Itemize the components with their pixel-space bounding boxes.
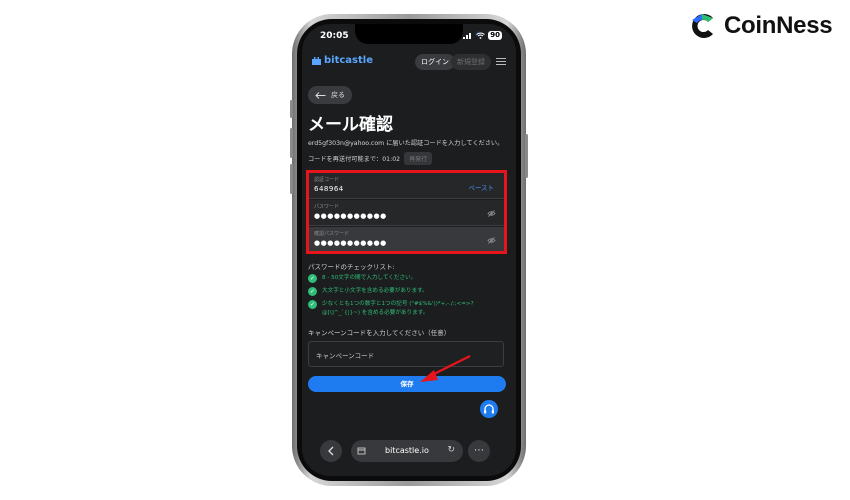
brand-name: bitcastle xyxy=(324,55,373,66)
coinness-logo-text: CoinNess xyxy=(724,12,833,39)
page-title: メール確認 xyxy=(308,115,393,135)
check-icon: ✓ xyxy=(308,287,317,296)
status-time: 20:05 xyxy=(320,31,349,41)
campaign-label: キャンペーンコードを入力してください（任意） xyxy=(308,329,451,337)
headset-icon xyxy=(484,404,494,414)
coinness-logo-icon xyxy=(692,14,713,39)
signal-icon xyxy=(463,33,472,39)
checklist-text: 少なくとも1つの数字と1つの記号 ("#$%&'()*+,-./:;<=>?@[… xyxy=(322,301,474,316)
wifi-icon xyxy=(476,32,486,39)
battery-indicator: 90 xyxy=(488,31,502,40)
support-chat-button[interactable] xyxy=(480,400,498,418)
checklist-item: ✓ 少なくとも1つの数字と1つの記号 ("#$%&'()*+,-./:;<=>?… xyxy=(308,300,507,318)
checklist-item: ✓ 8 - 50文字の間で入力してください。 xyxy=(308,274,416,283)
more-options-button[interactable]: ⋯ xyxy=(468,440,490,462)
mute-switch xyxy=(290,100,293,118)
browser-toolbar: bitcastle.io ↻ ⋯ xyxy=(302,432,516,476)
campaign-placeholder: キャンペーンコード xyxy=(316,352,375,360)
checklist-text: 8 - 50文字の間で入力してください。 xyxy=(322,275,417,281)
resend-row: コードを再送付可能まで：01:02 再発行 xyxy=(308,152,433,165)
reload-icon[interactable]: ↻ xyxy=(447,445,455,455)
resend-button[interactable]: 再発行 xyxy=(404,152,433,165)
signup-button[interactable]: 新規登録 xyxy=(451,54,491,70)
status-icons: 90 xyxy=(463,31,502,40)
red-arrow-annotation xyxy=(420,355,471,382)
bitcastle-logo[interactable]: bitcastle xyxy=(312,55,373,66)
checklist-title: パスワードのチェックリスト: xyxy=(308,263,395,271)
check-icon: ✓ xyxy=(308,274,317,283)
coinness-logo: CoinNess xyxy=(686,10,833,42)
campaign-code-input[interactable]: キャンペーンコード xyxy=(308,341,504,367)
ellipsis-icon: ⋯ xyxy=(474,445,484,456)
url-text: bitcastle.io xyxy=(385,446,429,455)
volume-down-button xyxy=(290,164,293,194)
power-button xyxy=(525,134,528,178)
phone-frame: 20:05 90 bitcastle ログイン 新規登録 戻る メール確認 er… xyxy=(290,14,528,486)
save-button[interactable]: 保存 xyxy=(308,376,506,392)
back-label: 戻る xyxy=(331,91,345,99)
back-button[interactable]: 戻る xyxy=(308,86,352,104)
castle-icon xyxy=(312,56,321,65)
hamburger-menu-icon[interactable] xyxy=(496,56,506,66)
arrow-left-icon xyxy=(315,91,326,99)
address-bar[interactable]: bitcastle.io ↻ xyxy=(351,440,463,462)
email-notice: erd5gf303n@yahoo.com に届いた認証コードを入力してください。 xyxy=(308,140,504,147)
checklist-item: ✓ 大文字と小文字を含める必要があります。 xyxy=(308,287,428,296)
tabs-icon xyxy=(357,447,366,455)
login-button[interactable]: ログイン xyxy=(415,54,455,70)
app-header: bitcastle ログイン 新規登録 xyxy=(302,50,516,74)
status-bar: 20:05 90 xyxy=(302,30,516,44)
highlight-box xyxy=(306,170,507,254)
check-icon: ✓ xyxy=(308,300,317,309)
resend-countdown: コードを再送付可能まで：01:02 xyxy=(308,156,401,163)
chevron-left-icon xyxy=(328,446,334,456)
phone-screen: 20:05 90 bitcastle ログイン 新規登録 戻る メール確認 er… xyxy=(302,24,516,476)
checklist-text: 大文字と小文字を含める必要があります。 xyxy=(322,288,428,294)
volume-up-button xyxy=(290,128,293,158)
browser-back-button[interactable] xyxy=(320,440,342,462)
stage: CoinNess 20:05 90 bitcastle ログイン 新規登録 戻る… xyxy=(0,0,850,500)
